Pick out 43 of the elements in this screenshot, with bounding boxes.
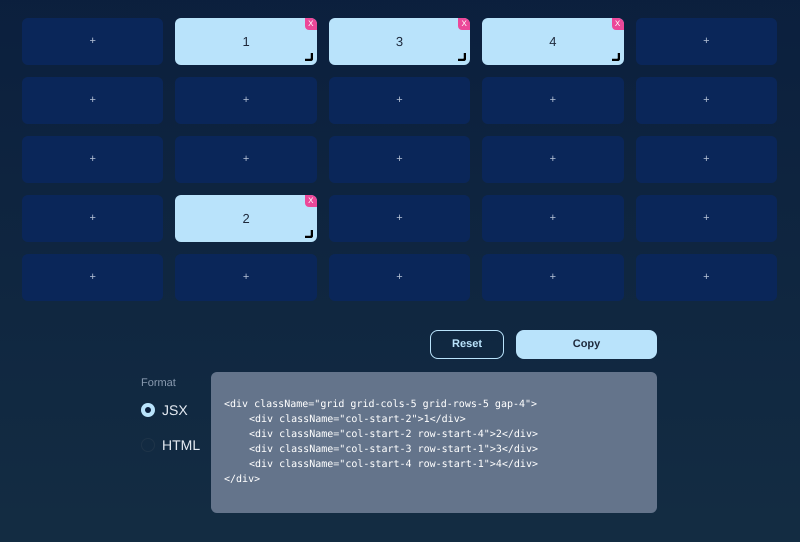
remove-button[interactable]: X (612, 18, 624, 30)
empty-grid-cell[interactable]: + (636, 77, 777, 124)
grid-item[interactable]: 3 X (328, 18, 470, 65)
empty-grid-cell[interactable]: + (636, 18, 777, 65)
item-label: 2 (242, 210, 250, 228)
code-block: <div className="grid grid-cols-5 grid-rows-5 gap-4"> <div className="col-start-2">1</div> <div className="col-start-2 row-start-4">2</div> <div className="col-start-3 row-start-1">3</div> <div className="col-start-4 row-start-1">4</div> </div> (211, 372, 657, 513)
empty-grid-cell[interactable]: + (22, 77, 164, 124)
remove-button[interactable]: X (458, 18, 470, 30)
empty-grid-cell[interactable]: + (22, 195, 164, 242)
empty-grid-cell[interactable]: + (328, 195, 470, 242)
copy-button[interactable]: Copy (516, 330, 657, 359)
item-label: 4 (549, 32, 556, 51)
format-radio[interactable]: JSX (141, 400, 211, 420)
grid-item[interactable]: 1 X (175, 18, 317, 65)
item-label: 1 (242, 32, 250, 51)
empty-grid-cell[interactable]: + (328, 254, 470, 301)
resize-handle-icon[interactable] (304, 229, 313, 238)
empty-grid-cell[interactable]: + (22, 136, 164, 183)
empty-grid-cell[interactable]: + (636, 195, 777, 242)
format-radio[interactable]: HTML (141, 434, 211, 456)
empty-grid-cell[interactable]: + (175, 254, 317, 301)
grid-item[interactable]: 4 X (482, 18, 624, 65)
empty-grid-cell[interactable]: + (328, 77, 470, 124)
empty-grid-cell[interactable]: + (328, 136, 470, 183)
resize-handle-icon[interactable] (457, 52, 466, 61)
item-label: 3 (396, 32, 404, 51)
empty-grid-cell[interactable]: + (482, 77, 624, 124)
empty-grid-cell[interactable]: + (636, 254, 777, 301)
empty-grid-cell[interactable]: + (175, 77, 317, 124)
reset-button[interactable]: Reset (430, 330, 504, 359)
resize-handle-icon[interactable] (610, 52, 620, 61)
empty-grid-cell[interactable]: + (22, 254, 164, 301)
remove-button[interactable]: X (304, 18, 317, 30)
empty-grid-cell[interactable]: + (482, 254, 624, 301)
remove-button[interactable]: X (304, 195, 317, 207)
resize-handle-icon[interactable] (304, 52, 313, 61)
empty-grid-cell[interactable]: + (175, 136, 317, 183)
format-label: Format (141, 376, 177, 391)
empty-grid-cell[interactable]: + (482, 195, 624, 242)
empty-grid-cell[interactable]: + (636, 136, 777, 183)
grid-item[interactable]: 2 X (175, 195, 317, 242)
empty-grid-cell[interactable]: + (22, 18, 164, 65)
empty-grid-cell[interactable]: + (482, 136, 624, 183)
